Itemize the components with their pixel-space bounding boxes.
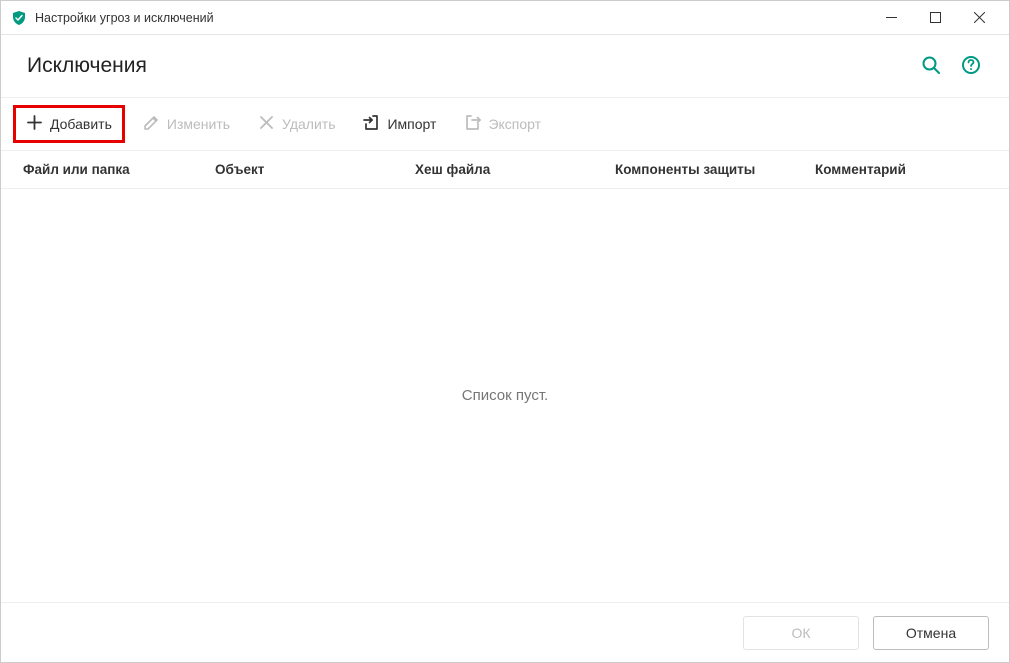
window-controls	[869, 3, 1001, 33]
table-body: Список пуст.	[1, 189, 1009, 602]
x-icon	[258, 114, 275, 134]
export-icon	[464, 114, 481, 134]
table-header-row: Файл или папка Объект Хеш файла Компонен…	[1, 151, 1009, 189]
edit-button: Изменить	[133, 108, 240, 140]
delete-button: Удалить	[248, 108, 345, 140]
app-shield-icon	[11, 10, 27, 26]
import-icon	[363, 114, 380, 134]
delete-button-label: Удалить	[282, 116, 335, 132]
close-button[interactable]	[957, 3, 1001, 33]
cancel-button[interactable]: Отмена	[873, 616, 989, 650]
column-components[interactable]: Компоненты защиты	[601, 162, 801, 177]
search-icon	[921, 55, 941, 78]
empty-list-text: Список пуст.	[462, 387, 548, 404]
column-object[interactable]: Объект	[201, 162, 401, 177]
plus-icon	[26, 114, 43, 134]
footer: ОК Отмена	[1, 602, 1009, 662]
ok-button: ОК	[743, 616, 859, 650]
import-button-label: Импорт	[387, 116, 436, 132]
window-title: Настройки угроз и исключений	[35, 11, 869, 25]
import-button[interactable]: Импорт	[353, 108, 446, 140]
export-button-label: Экспорт	[488, 116, 541, 132]
help-button[interactable]	[959, 54, 983, 78]
add-button[interactable]: Добавить	[13, 105, 125, 143]
minimize-button[interactable]	[869, 3, 913, 33]
titlebar: Настройки угроз и исключений	[1, 1, 1009, 35]
edit-button-label: Изменить	[167, 116, 230, 132]
toolbar: Добавить Изменить Удалить Импорт Экспорт	[1, 97, 1009, 151]
search-button[interactable]	[919, 54, 943, 78]
export-button: Экспорт	[454, 108, 551, 140]
page-header: Исключения	[1, 35, 1009, 97]
page-title: Исключения	[27, 54, 147, 78]
pencil-icon	[143, 114, 160, 134]
column-file-or-folder[interactable]: Файл или папка	[1, 162, 201, 177]
help-icon	[961, 55, 981, 78]
column-comment[interactable]: Комментарий	[801, 162, 1009, 177]
column-file-hash[interactable]: Хеш файла	[401, 162, 601, 177]
maximize-button[interactable]	[913, 3, 957, 33]
add-button-label: Добавить	[50, 116, 112, 132]
